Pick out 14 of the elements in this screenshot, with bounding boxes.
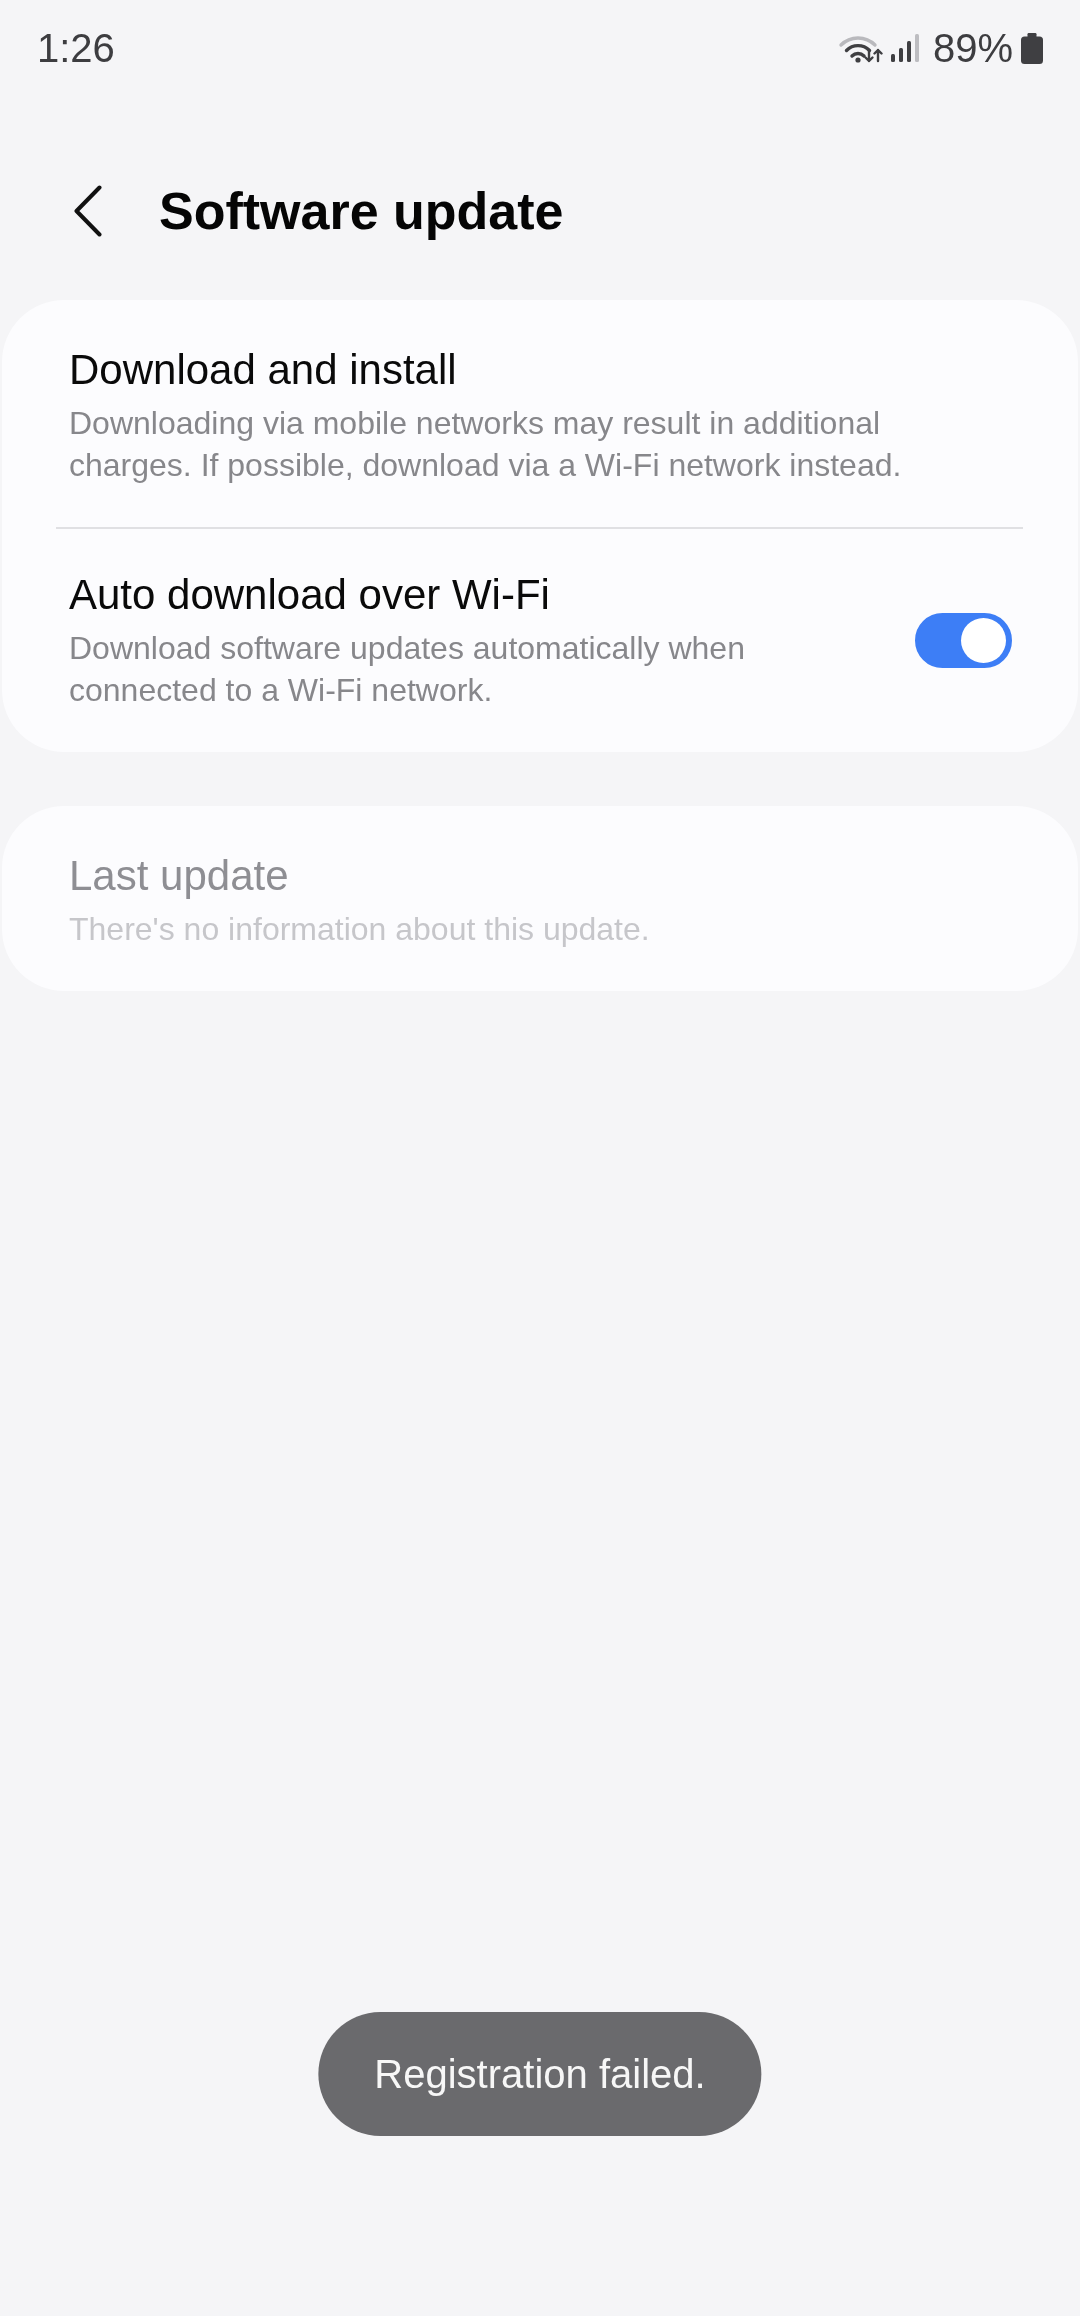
setting-description: Download software updates automatically when connected to a Wi-Fi network. bbox=[69, 629, 746, 710]
signal-icon bbox=[890, 34, 919, 62]
setting-title: Last update bbox=[69, 851, 290, 901]
status-time: 1:26 bbox=[37, 25, 115, 72]
setting-description: Downloading via mobile networks may result in additional charges. If possible, download via a Wi-Fi network instead. bbox=[69, 404, 903, 485]
back-icon bbox=[74, 185, 102, 237]
wifi-icon bbox=[837, 33, 883, 63]
battery-icon bbox=[1021, 32, 1043, 64]
toggle-switch[interactable] bbox=[915, 613, 1012, 668]
setting-title: Auto download over Wi-Fi bbox=[69, 570, 551, 620]
page-title: Software update bbox=[159, 181, 564, 242]
toast-message: Registration failed. bbox=[318, 2012, 762, 2136]
setting-title: Download and install bbox=[69, 345, 458, 395]
battery-percentage: 89% bbox=[932, 25, 1013, 72]
